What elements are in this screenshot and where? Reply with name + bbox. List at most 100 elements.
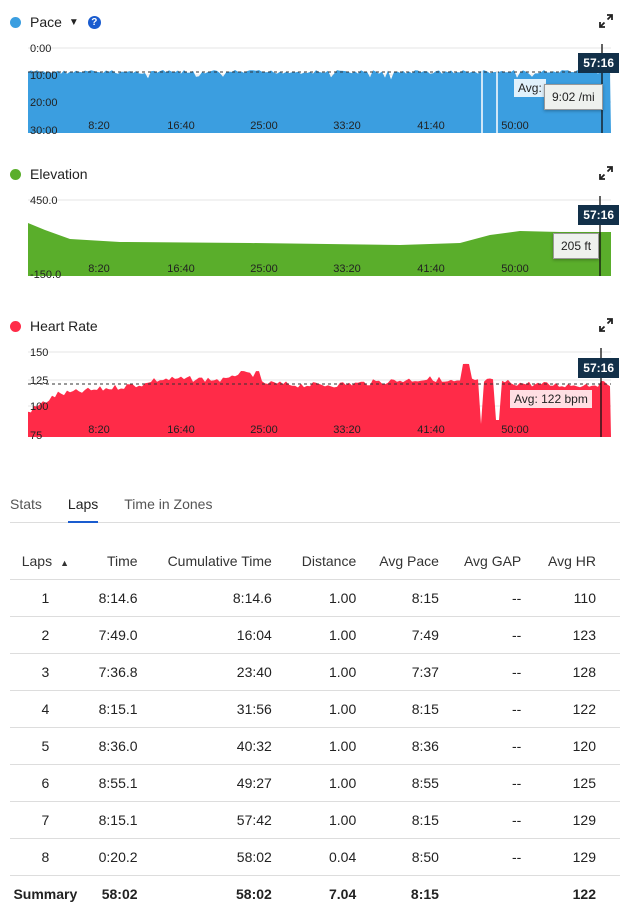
heart-rate-plot[interactable]: 150 125 100 75 8:20 16:40 25:00 33:20 41:40 50:00 xyxy=(0,302,629,442)
elevation-tooltip: 205 ft xyxy=(553,233,600,259)
table-row: 2 7:49.0 16:04 1.00 7:49 -- 123 xyxy=(10,616,620,654)
cell-avg-gap: -- xyxy=(448,616,532,654)
y-tick-label: 100 xyxy=(30,401,48,413)
cell-avg-gap: -- xyxy=(448,838,532,876)
pace-plot[interactable]: 0:00 10:00 20:00 30:00 8:20 16:40 25:00 33:20 41… xyxy=(0,0,629,140)
header-distance[interactable]: Distance xyxy=(281,543,367,580)
cell-cumulative-time: 57:42 xyxy=(147,801,282,839)
cell-cumulative-time: 23:40 xyxy=(147,653,282,691)
pace-time-marker: 57:16 xyxy=(578,53,619,73)
cell-avg-pace: 8:15 xyxy=(366,579,449,617)
summary-cell-time: 58:02 xyxy=(101,886,138,902)
cell-avg-hr: 110 xyxy=(531,579,620,617)
cell-distance: 1.00 xyxy=(281,764,367,802)
header-time[interactable]: Time xyxy=(80,543,148,580)
x-tick-label: 33:20 xyxy=(333,120,361,132)
tab-time-in-zones[interactable]: Time in Zones xyxy=(124,490,212,521)
table-row: 8 0:20.2 58:02 0.04 8:50 -- 129 xyxy=(10,838,620,876)
cell-distance: 1.00 xyxy=(281,727,367,765)
x-tick-label: 50:00 xyxy=(501,424,529,436)
cell-time: 8:36.0 xyxy=(80,727,148,765)
cell-distance: 1.00 xyxy=(281,690,367,728)
cell-distance: 1.00 xyxy=(281,616,367,654)
cell-cumulative-time: 31:56 xyxy=(147,690,282,728)
elevation-time-marker: 57:16 xyxy=(578,205,619,225)
heart-rate-time-marker: 57:16 xyxy=(578,358,619,378)
cell-time: 8:15.1 xyxy=(80,801,148,839)
table-row: 7 8:15.1 57:42 1.00 8:15 -- 129 xyxy=(10,801,620,839)
x-tick-label: 41:40 xyxy=(417,263,445,275)
cell-avg-hr: 120 xyxy=(531,727,620,765)
summary-cell-avg-hr: 122 xyxy=(572,886,596,902)
y-tick-label: -150.0 xyxy=(30,269,61,281)
cell-avg-hr: 129 xyxy=(531,838,620,876)
summary-cell-distance: 7.04 xyxy=(329,886,357,902)
cell-time: 8:14.6 xyxy=(80,579,148,617)
header-cumulative-time[interactable]: Cumulative Time xyxy=(147,543,282,580)
x-tick-label: 25:00 xyxy=(250,263,278,275)
header-laps[interactable]: Laps ▲ xyxy=(10,543,81,580)
cell-avg-hr: 128 xyxy=(531,653,620,691)
y-tick-label: 125 xyxy=(30,375,48,387)
x-tick-label: 25:00 xyxy=(250,424,278,436)
cell-lap: 4 xyxy=(10,690,81,728)
cell-time: 7:36.8 xyxy=(80,653,148,691)
cell-avg-gap: -- xyxy=(448,727,532,765)
cell-avg-hr: 123 xyxy=(531,616,620,654)
cell-cumulative-time: 40:32 xyxy=(147,727,282,765)
cell-avg-hr: 122 xyxy=(531,690,620,728)
cell-distance: 1.00 xyxy=(281,579,367,617)
cell-distance: 1.00 xyxy=(281,801,367,839)
x-tick-label: 16:40 xyxy=(167,424,195,436)
cell-avg-pace: 8:55 xyxy=(366,764,449,802)
cell-avg-pace: 7:49 xyxy=(366,616,449,654)
cell-avg-pace: 8:50 xyxy=(366,838,449,876)
sort-up-icon[interactable]: ▲ xyxy=(60,558,69,568)
table-row: 3 7:36.8 23:40 1.00 7:37 -- 128 xyxy=(10,653,620,691)
cell-lap: 3 xyxy=(10,653,81,691)
cell-cumulative-time: 49:27 xyxy=(147,764,282,802)
table-header-row: Laps ▲ Time Cumulative Time Distance Avg … xyxy=(10,543,620,580)
header-avg-gap[interactable]: Avg GAP xyxy=(448,543,532,580)
cell-time: 7:49.0 xyxy=(80,616,148,654)
pace-chart: Pace ▼ ? 0:00 10:00 20:00 30:00 8:20 16:40 25:… xyxy=(0,0,629,140)
cell-avg-pace: 8:15 xyxy=(366,690,449,728)
x-tick-label: 16:40 xyxy=(167,263,195,275)
x-tick-label: 50:00 xyxy=(501,263,529,275)
cell-avg-gap: -- xyxy=(448,653,532,691)
x-tick-label: 50:00 xyxy=(501,120,529,132)
cell-avg-pace: 8:15 xyxy=(366,801,449,839)
cell-avg-gap: -- xyxy=(448,801,532,839)
cell-cumulative-time: 16:04 xyxy=(147,616,282,654)
tab-stats[interactable]: Stats xyxy=(10,490,42,521)
x-tick-label: 41:40 xyxy=(417,120,445,132)
cell-lap: 5 xyxy=(10,727,81,765)
cell-cumulative-time: 8:14.6 xyxy=(147,579,282,617)
header-avg-pace[interactable]: Avg Pace xyxy=(366,543,449,580)
cell-lap: 6 xyxy=(10,764,81,802)
y-tick-label: 450.0 xyxy=(30,195,58,207)
table-row: 5 8:36.0 40:32 1.00 8:36 -- 120 xyxy=(10,727,620,765)
tab-bar: Stats Laps Time in Zones xyxy=(10,490,620,523)
cell-avg-pace: 7:37 xyxy=(366,653,449,691)
table-row: 6 8:55.1 49:27 1.00 8:55 -- 125 xyxy=(10,764,620,802)
header-avg-hr[interactable]: Avg HR xyxy=(531,543,620,580)
x-tick-label: 8:20 xyxy=(88,120,109,132)
cell-avg-gap: -- xyxy=(448,764,532,802)
tab-laps[interactable]: Laps xyxy=(67,490,99,523)
y-tick-label: 20:00 xyxy=(30,97,58,109)
y-tick-label: 30:00 xyxy=(30,125,58,137)
elevation-plot[interactable]: 450.0 -150.0 8:20 16:40 25:00 33:20 41:40 50:00 xyxy=(0,150,629,290)
cell-avg-gap: -- xyxy=(448,690,532,728)
summary-cell-avg-pace: 8:15 xyxy=(410,886,439,902)
cell-lap: 2 xyxy=(10,616,81,654)
cell-avg-gap: -- xyxy=(448,579,532,617)
x-tick-label: 25:00 xyxy=(250,120,278,132)
summary-cell-avg-gap xyxy=(449,876,531,913)
y-tick-label: 75 xyxy=(30,430,42,442)
cell-time: 8:15.1 xyxy=(80,690,148,728)
cell-distance: 0.04 xyxy=(281,838,367,876)
pace-avg-label: Avg: xyxy=(514,79,546,97)
y-tick-label: 10:00 xyxy=(30,70,58,82)
y-tick-label: 150 xyxy=(30,347,48,359)
